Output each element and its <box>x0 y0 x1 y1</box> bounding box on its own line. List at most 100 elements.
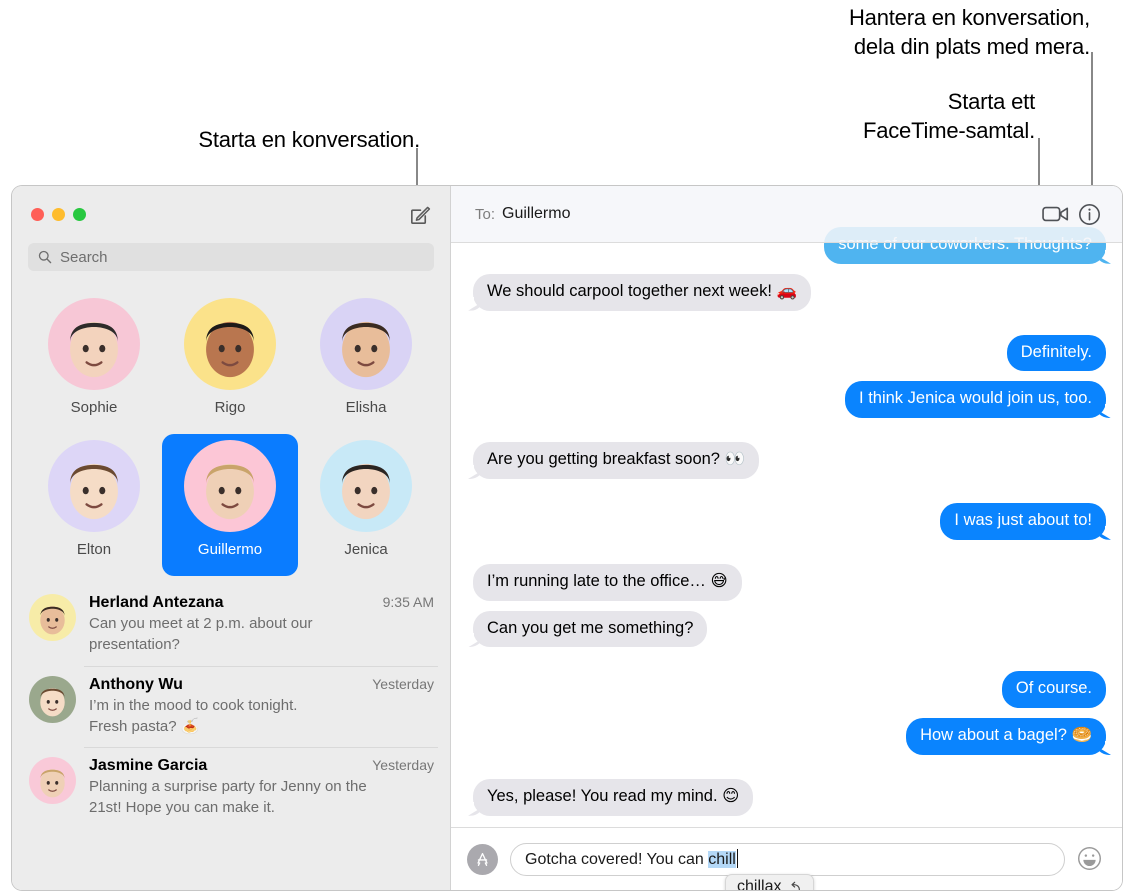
autocomplete-popup[interactable]: chillax <box>725 873 815 891</box>
message-text: How about a bagel? 🥯 <box>920 726 1092 745</box>
message-row: We should carpool together next week! 🚗 <box>464 273 1106 311</box>
message-bubble[interactable]: Definitely. <box>1006 334 1106 372</box>
pinned-conversation-label: Rigo <box>214 399 246 416</box>
conversation-sender-name: Herland Antezana <box>89 594 224 611</box>
message-bubble[interactable]: Yes, please! You read my mind. 😊 <box>464 778 754 816</box>
callout-start-facetime: Starta ett FaceTime-samtal. <box>862 89 1035 144</box>
conversation-timestamp: Yesterday <box>372 757 434 774</box>
message-input[interactable]: Gotcha covered! You can chill chillax <box>510 842 1065 890</box>
close-button[interactable] <box>31 208 44 221</box>
pinned-conversation-guillermo[interactable]: Guillermo <box>162 434 298 576</box>
zoom-button[interactable] <box>73 208 86 221</box>
text-caret <box>736 849 739 868</box>
conversation-sender-name: Anthony Wu <box>89 675 183 693</box>
smiley-icon <box>1078 846 1101 870</box>
message-text: Definitely. <box>1020 342 1092 361</box>
conversation-list: Herland Antezana 9:35 AM Can you meet at 2… <box>12 580 450 890</box>
message-text: I think Jenica would join us, too. <box>859 389 1092 408</box>
message-row: Definitely. <box>473 334 1106 372</box>
conversation-preview: Planning a surprise party for Jenny on t… <box>89 778 367 817</box>
conversation-sender-name: Jasmine Garcia <box>89 757 208 775</box>
traffic-light-controls <box>31 208 86 221</box>
message-bubble[interactable]: We should carpool together next week! 🚗 <box>464 273 812 311</box>
window-titlebar <box>12 186 450 243</box>
message-row: Of course. <box>473 671 1106 709</box>
memoji-avatar <box>184 298 276 390</box>
emoji-button[interactable] <box>1077 846 1104 873</box>
avatar <box>29 757 76 805</box>
callout-manage-conversation: Hantera en konversation, dela din plats … <box>848 5 1090 60</box>
search-placeholder: Search <box>60 248 108 266</box>
message-bubble[interactable]: Are you getting breakfast soon? 👀 <box>464 442 760 479</box>
autocomplete-word: chillax <box>737 877 782 891</box>
message-text: Are you getting breakfast soon? 👀 <box>487 450 746 469</box>
message-text: Of course. <box>1015 679 1092 698</box>
undo-arrow-icon[interactable] <box>788 880 802 891</box>
conversation-timestamp: Yesterday <box>372 675 434 692</box>
info-icon <box>1078 203 1100 225</box>
pinned-conversation-rigo[interactable]: Rigo <box>162 292 298 434</box>
compose-icon <box>411 206 431 224</box>
message-row: Can you get me something? <box>464 610 1106 648</box>
minimize-button[interactable] <box>52 208 65 221</box>
message-bubble[interactable]: Of course. <box>1001 671 1106 709</box>
input-text-before: Gotcha covered! You can <box>525 851 709 868</box>
pinned-conversation-label: Sophie <box>70 399 118 416</box>
messages-window: Search Sophie Rigo Elisha Elton Guillermo Jen… <box>12 186 1122 890</box>
composer-bar: Gotcha covered! You can chill chillax <box>451 827 1122 890</box>
input-text-selected: chill <box>708 851 736 868</box>
apps-button[interactable] <box>467 843 498 875</box>
app-store-icon <box>477 852 488 866</box>
memoji-avatar <box>320 440 412 532</box>
memoji-avatar <box>184 440 276 532</box>
pinned-conversation-elton[interactable]: Elton <box>26 434 162 576</box>
pinned-conversation-label: Jenica <box>344 541 388 558</box>
avatar <box>29 675 76 723</box>
message-thread[interactable]: some of our coworkers. Thoughts? We shoul… <box>451 186 1122 827</box>
pinned-conversation-elisha[interactable]: Elisha <box>298 292 434 434</box>
message-text: Yes, please! You read my mind. 😊 <box>487 786 740 805</box>
message-text: I was just about to! <box>954 510 1092 529</box>
message-text: I’m running late to the office… 😅 <box>487 571 728 590</box>
compose-button[interactable] <box>406 202 433 229</box>
message-row: How about a bagel? 🥯 <box>473 718 1114 755</box>
conversation-list-item[interactable]: Herland Antezana 9:35 AM Can you meet at 2… <box>12 584 450 666</box>
sidebar: Search Sophie Rigo Elisha Elton Guillermo Jen… <box>12 186 451 890</box>
message-row: Yes, please! You read my mind. 😊 <box>464 778 1106 816</box>
pinned-conversation-jenica[interactable]: Jenica <box>298 434 434 576</box>
conversation-list-item[interactable]: Jasmine Garcia Yesterday Planning a surpri… <box>12 747 450 829</box>
message-text: We should carpool together next week! 🚗 <box>487 281 798 300</box>
pinned-conversation-sophie[interactable]: Sophie <box>26 292 162 434</box>
message-input-text: Gotcha covered! You can chill <box>525 849 739 869</box>
message-bubble[interactable]: I think Jenica would join us, too. <box>845 381 1114 419</box>
conversation-header: To: Guillermo <box>451 186 1122 243</box>
leader-line-manage-conversation <box>1091 52 1093 200</box>
pinned-conversations: Sophie Rigo Elisha Elton Guillermo Jenica <box>12 284 450 580</box>
search-input[interactable]: Search <box>28 243 434 271</box>
recipient-field[interactable]: Guillermo <box>502 205 570 223</box>
message-text: Can you get me something? <box>487 618 694 637</box>
message-bubble[interactable]: I’m running late to the office… 😅 <box>473 563 742 601</box>
message-row: I’m running late to the office… 😅 <box>473 563 1106 601</box>
pinned-conversation-label: Guillermo <box>197 541 263 558</box>
memoji-avatar <box>48 298 140 390</box>
pinned-conversation-label: Elisha <box>345 399 387 416</box>
to-label: To: <box>475 205 496 223</box>
conversation-list-item[interactable]: Anthony Wu Yesterday I’m in the mood to co… <box>12 665 450 748</box>
message-bubble[interactable]: I was just about to! <box>940 502 1114 540</box>
conversation-pane: To: Guillermo some of our coworkers. Tho… <box>451 186 1122 890</box>
conversation-preview: I’m in the mood to cook tonight. Fresh p… <box>89 696 298 735</box>
message-row: Are you getting breakfast soon? 👀 <box>464 442 1106 479</box>
video-camera-icon <box>1041 206 1068 222</box>
message-bubble[interactable]: How about a bagel? 🥯 <box>906 718 1114 755</box>
search-icon <box>38 250 52 264</box>
facetime-button[interactable] <box>1038 197 1072 231</box>
search-row: Search <box>12 243 450 284</box>
message-bubble[interactable]: Can you get me something? <box>464 610 708 648</box>
message-row: I was just about to! <box>473 502 1114 540</box>
details-button[interactable] <box>1072 197 1106 231</box>
